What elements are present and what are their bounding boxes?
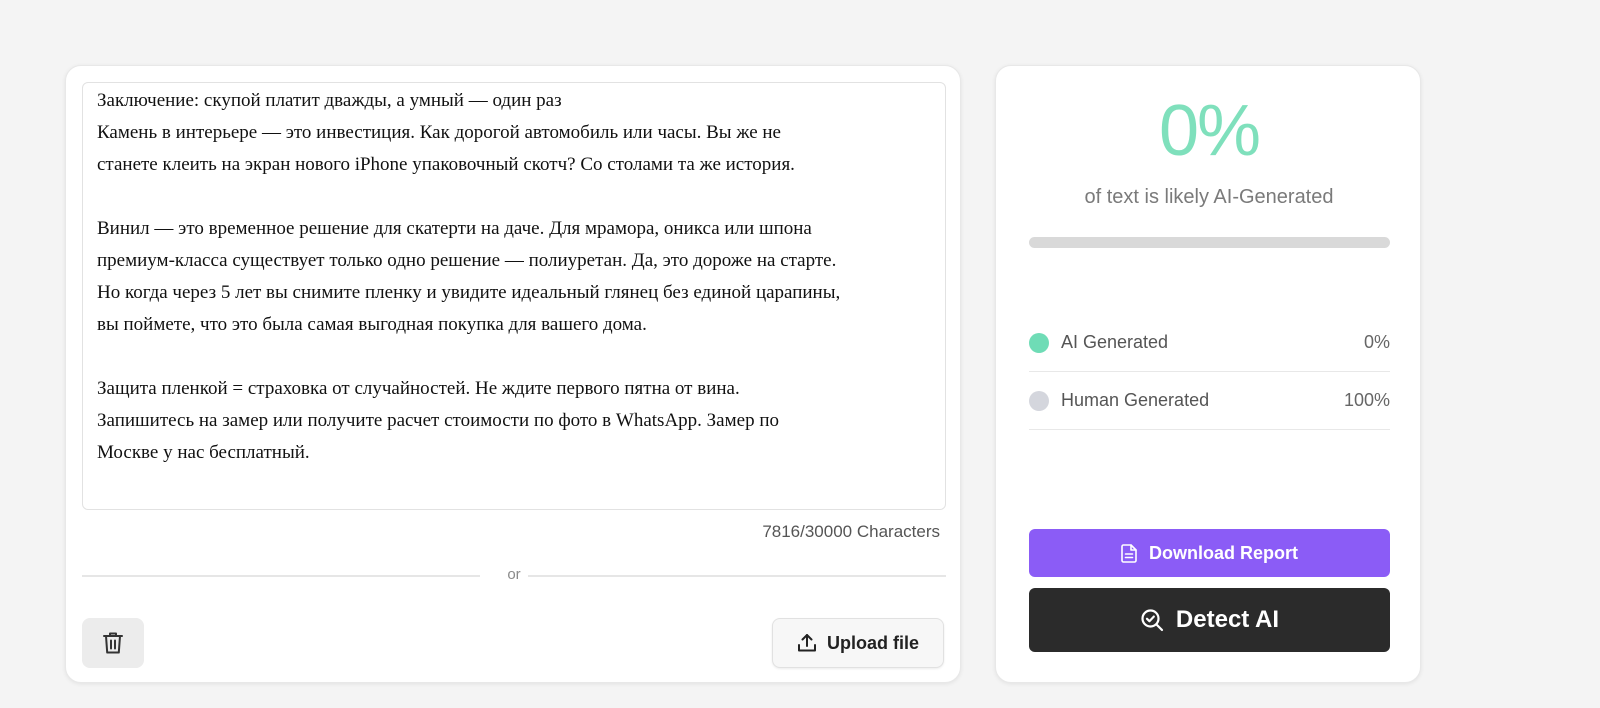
stat-label-ai: AI Generated (1061, 332, 1169, 352)
stat-row-human: Human Generated 100% (1029, 372, 1390, 430)
search-check-icon (1140, 608, 1164, 632)
text-line: Но когда через 5 лет вы снимите пленку и… (97, 282, 841, 303)
divider-line-right (528, 575, 946, 577)
text-input-area[interactable]: Заключение: скупой платит дважды, а умны… (82, 82, 946, 510)
stat-value-ai: 0% (1363, 332, 1390, 352)
text-line: Камень в интерьере — это инвестиция. Как… (97, 122, 781, 143)
or-divider: or (82, 566, 946, 586)
ai-progress-bar (1029, 237, 1390, 248)
paragraph: Винил — это временное решение для скатер… (97, 213, 931, 341)
character-count: 7816/30000 Characters (762, 522, 940, 541)
download-report-button[interactable]: Download Report (1029, 529, 1390, 577)
upload-file-button[interactable]: Upload file (772, 618, 944, 668)
upload-icon (797, 633, 817, 653)
detect-ai-label: Detect AI (1175, 606, 1280, 633)
text-line: Запишитесь на замер или получите расчет … (97, 410, 779, 431)
delete-button[interactable] (82, 618, 144, 668)
download-report-label: Download Report (1149, 542, 1298, 563)
editor-card: Заключение: скупой платит дважды, а умны… (65, 65, 961, 683)
stat-row-ai: AI Generated 0% (1029, 314, 1390, 372)
ai-legend-dot (1029, 332, 1049, 353)
result-card: 0% of text is likely AI-Generated AI Gen… (995, 65, 1421, 683)
stat-label-human: Human Generated (1061, 390, 1210, 410)
detect-ai-button[interactable]: Detect AI (1029, 588, 1390, 652)
trash-icon (102, 631, 124, 655)
upload-button-label: Upload file (826, 632, 919, 653)
paragraph: Защита пленкой = страховка от случайност… (97, 373, 931, 469)
ai-percentage: 0% (1158, 91, 1261, 171)
text-line: вы поймете, что это была самая выгодная … (97, 314, 647, 335)
text-line: Винил — это временное решение для скатер… (97, 218, 812, 239)
stat-value-human: 100% (1343, 390, 1390, 410)
text-line: премиум-класса существует только одно ре… (97, 250, 837, 271)
text-line: станете клеить на экран нового iPhone уп… (97, 154, 795, 175)
document-icon (1121, 543, 1137, 563)
text-line: Москве у нас бесплатный. (97, 442, 310, 463)
text-line: Заключение: скупой платит дважды, а умны… (97, 90, 562, 111)
ai-percentage-caption: of text is likely AI-Generated (1084, 186, 1334, 208)
text-line: Защита пленкой = страховка от случайност… (97, 378, 740, 399)
human-legend-dot (1029, 390, 1049, 411)
paragraph: Заключение: скупой платит дважды, а умны… (97, 85, 931, 181)
